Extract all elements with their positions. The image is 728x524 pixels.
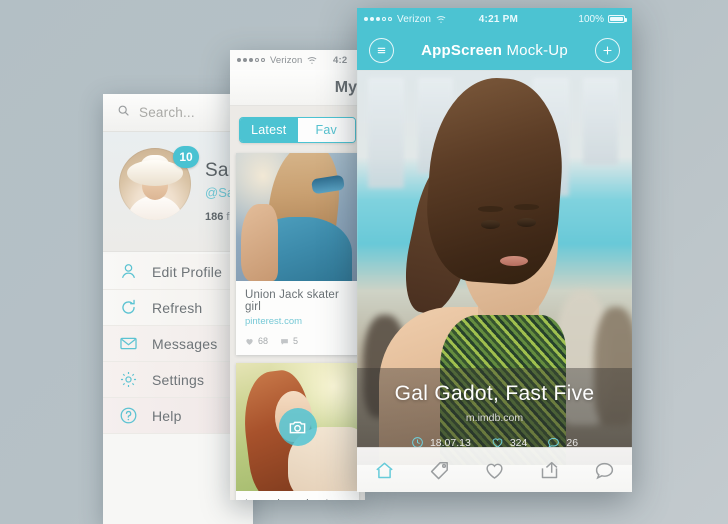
feed-title: My: [334, 78, 357, 96]
feed-screen: Verizon 4:2 My Latest Fav Union Jack ska…: [230, 50, 365, 500]
page-title-bold: AppScreen: [421, 41, 503, 59]
battery-icon: [608, 15, 627, 23]
home-icon: [376, 462, 393, 478]
hamburger-icon[interactable]: [369, 37, 394, 63]
page-title-rest: Mock-Up: [502, 41, 568, 59]
card-meta: 68 5: [245, 336, 350, 346]
detail-status-bar: Verizon 4:21 PM 100%: [357, 8, 632, 30]
signal-dots-icon: [364, 17, 392, 21]
like-value: 68: [258, 336, 269, 346]
menu-label: Messages: [152, 335, 218, 352]
signal-dots-icon: [237, 58, 265, 62]
envelope-icon: [119, 334, 138, 353]
feed-card[interactable]: Love the colors! flickr.com 23 3: [236, 363, 359, 500]
help-circle-icon: [119, 406, 138, 425]
card-photo-love-the-colors[interactable]: [236, 363, 359, 491]
carrier-label: Verizon: [270, 54, 303, 66]
battery-area: 100%: [578, 13, 627, 25]
card-source[interactable]: pinterest.com: [245, 316, 350, 327]
segmented-control[interactable]: Latest Fav: [239, 117, 356, 143]
person-icon: [119, 262, 138, 281]
menu-label: Refresh: [152, 299, 203, 316]
tag-icon: [430, 461, 448, 479]
comment-icon: [281, 338, 288, 345]
tab-comment[interactable]: [577, 460, 632, 481]
feed-status-bar: Verizon 4:2: [230, 50, 365, 70]
detail-nav-bar: AppScreen Mock-Up: [357, 30, 632, 70]
tab-share[interactable]: [522, 460, 577, 481]
tab-bar: [357, 447, 632, 492]
heart-icon: [486, 463, 503, 479]
tab-tag[interactable]: [412, 460, 467, 481]
caption-source[interactable]: m.imdb.com: [357, 412, 632, 424]
tab-heart[interactable]: [467, 460, 522, 481]
carrier-label: Verizon: [397, 13, 432, 25]
plus-icon[interactable]: [595, 37, 620, 63]
gear-icon: [119, 370, 138, 389]
follower-count: 186: [205, 211, 224, 223]
caption-title: Gal Gadot, Fast Five: [394, 382, 595, 405]
camera-icon[interactable]: [278, 408, 317, 446]
menu-label: Settings: [152, 371, 205, 388]
feed-card[interactable]: Union Jack skater girl pinterest.com 68 …: [236, 153, 359, 355]
refresh-icon: [119, 298, 138, 317]
hero-photo[interactable]: Gal Gadot, Fast Five m.imdb.com 18.07.13…: [357, 70, 632, 465]
battery-percent-label: 100%: [578, 13, 604, 25]
search-icon: [117, 104, 130, 122]
card-body: Union Jack skater girl pinterest.com 68 …: [236, 281, 359, 355]
notification-badge: 10: [173, 146, 199, 168]
menu-label: Help: [152, 407, 182, 424]
wifi-icon: [307, 56, 317, 65]
avatar-wrap[interactable]: 10: [119, 146, 199, 220]
card-body: Love the colors! flickr.com 23 3: [236, 491, 359, 500]
page-title: AppScreen Mock-Up: [421, 42, 568, 59]
card-comment-count[interactable]: 5: [280, 336, 298, 346]
detail-screen: Verizon 4:21 PM 100% AppScreen Mock-Up G…: [357, 8, 632, 492]
segment-latest[interactable]: Latest: [240, 118, 298, 142]
wifi-icon: [436, 15, 446, 24]
card-title: Union Jack skater girl: [245, 289, 339, 313]
heart-icon: [246, 338, 253, 345]
card-like-count[interactable]: 68: [245, 336, 268, 346]
clock-label: 4:21 PM: [478, 13, 518, 25]
card-title: Love the colors!: [245, 499, 350, 500]
menu-label: Edit Profile: [152, 263, 223, 280]
segment-favorites[interactable]: Fav: [297, 118, 355, 142]
comment-value: 5: [293, 336, 299, 346]
comment-icon: [595, 462, 614, 479]
share-icon: [541, 461, 558, 478]
clock-label: 4:2: [333, 54, 348, 66]
feed-nav-bar: My: [230, 70, 365, 106]
search-input-placeholder[interactable]: Search...: [139, 105, 195, 120]
card-photo-skater-girl[interactable]: [236, 153, 359, 281]
tab-home[interactable]: [357, 460, 412, 481]
